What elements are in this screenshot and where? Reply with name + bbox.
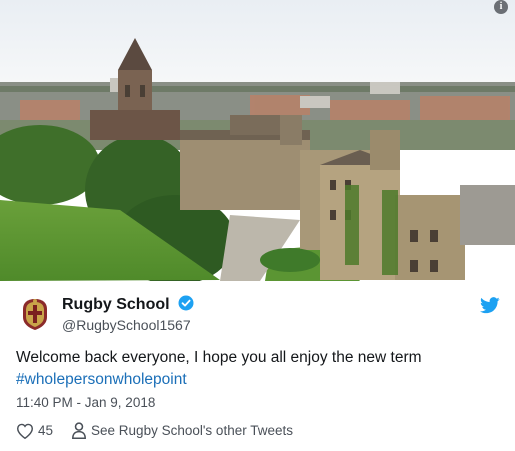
tweet-timestamp[interactable]: 11:40 PM - Jan 9, 2018 bbox=[16, 395, 155, 410]
account-handle[interactable]: @RugbySchool1567 bbox=[62, 316, 191, 334]
heart-icon bbox=[16, 423, 34, 439]
avatar[interactable] bbox=[20, 297, 50, 331]
twitter-bird-icon[interactable] bbox=[480, 297, 500, 319]
display-name[interactable]: Rugby School bbox=[62, 295, 194, 317]
profile-link-label: See Rugby School's other Tweets bbox=[91, 423, 293, 438]
hashtag-link[interactable]: #wholepersonwholepoint bbox=[16, 369, 496, 391]
tweet-header: Rugby School @RugbySchool1567 bbox=[20, 295, 500, 335]
like-count: 45 bbox=[38, 423, 54, 438]
display-name-text: Rugby School bbox=[62, 296, 170, 313]
profile-link[interactable]: See Rugby School's other Tweets bbox=[71, 422, 293, 439]
tweet-photo[interactable]: i bbox=[0, 0, 515, 281]
like-button[interactable]: 45 bbox=[16, 423, 53, 439]
tweet-actions: 45 See Rugby School's other Tweets bbox=[16, 422, 293, 439]
person-icon bbox=[72, 422, 86, 439]
aerial-campus-photo bbox=[0, 0, 515, 281]
school-crest-icon bbox=[23, 299, 47, 330]
info-icon[interactable]: i bbox=[494, 0, 508, 14]
tweet-text: Welcome back everyone, I hope you all en… bbox=[16, 347, 496, 391]
verified-badge-icon bbox=[178, 295, 194, 317]
embedded-tweet-card: i Rugby School @RugbySchool1567 Welcome … bbox=[0, 0, 515, 451]
tweet-text-content: Welcome back everyone, I hope you all en… bbox=[16, 349, 422, 366]
